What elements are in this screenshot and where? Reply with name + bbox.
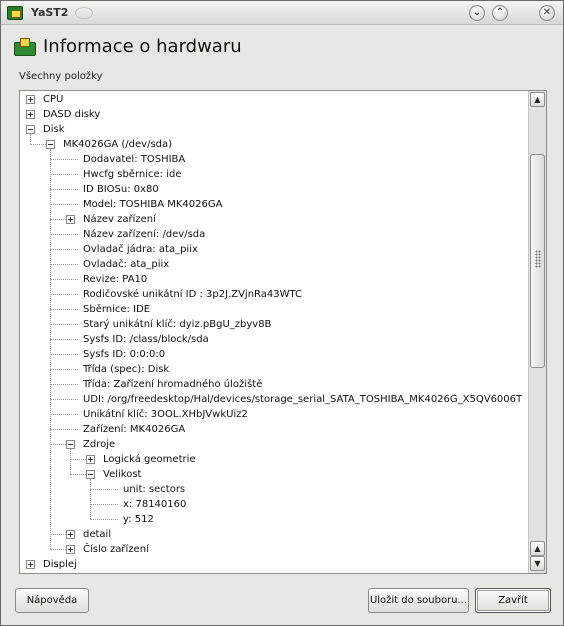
tree-item[interactable]: Hwcfg sběrnice: ide — [83, 167, 181, 182]
tree-label: Všechny položky — [19, 71, 103, 82]
tree-connector-line — [90, 479, 91, 519]
tree-item[interactable]: Zařízení: MK4026GA — [83, 422, 185, 437]
maximize-button[interactable]: ⌃ — [492, 5, 508, 21]
tree-item[interactable]: y: 512 — [123, 512, 154, 527]
grip-icon — [535, 250, 541, 268]
tree-connector-line — [50, 369, 78, 370]
tree-item[interactable]: Název zařízení: /dev/sda — [83, 227, 205, 242]
expand-icon[interactable] — [26, 110, 35, 119]
tree-connector-line — [30, 144, 46, 145]
collapse-icon[interactable] — [26, 125, 35, 134]
tree-item[interactable]: Zdroje — [83, 437, 115, 452]
collapse-icon[interactable] — [66, 440, 75, 449]
tree-item[interactable]: Rodičovské unikátní ID : 3p2J.ZVjnRa43WT… — [83, 287, 302, 302]
chip-shape — [20, 38, 30, 47]
tree-item[interactable]: unit: sectors — [123, 482, 185, 497]
tree-connector-line — [90, 489, 118, 490]
tree-item[interactable]: ID BIOSu: 0x80 — [83, 182, 159, 197]
collapse-icon[interactable] — [46, 140, 55, 149]
tree-connector-line — [50, 414, 78, 415]
expand-icon[interactable] — [66, 530, 75, 539]
collapse-icon[interactable] — [86, 470, 95, 479]
tree-connector-line — [50, 444, 66, 445]
vertical-scrollbar[interactable]: ▲ ▲ ▼ — [528, 91, 546, 573]
hardware-board-icon — [14, 38, 36, 58]
tree-item[interactable]: MK4026GA (/dev/sda) — [63, 137, 172, 152]
tree-connector-line — [50, 149, 51, 549]
tree-connector-line — [50, 189, 78, 190]
tree-connector-line — [50, 249, 78, 250]
tree-connector-line — [50, 324, 78, 325]
yast-window: YaST2 ⌄ ⌃ ✕ Informace o hardwaru Všechny… — [0, 0, 564, 626]
tree-connector-line — [70, 459, 86, 460]
window-title: YaST2 — [31, 6, 69, 19]
tree-connector-line — [50, 204, 78, 205]
tree-item[interactable]: Název zařízení — [83, 212, 156, 227]
tree-item[interactable]: UDI: /org/freedesktop/Hal/devices/storag… — [83, 392, 522, 407]
tree-item[interactable]: Revize: PA10 — [83, 272, 147, 287]
page-title: Informace o hardwaru — [43, 36, 242, 57]
expand-icon[interactable] — [66, 545, 75, 554]
tree-item[interactable]: Displej — [43, 557, 77, 572]
tree-connector-line — [50, 294, 78, 295]
close-button[interactable]: Zavřít — [475, 588, 551, 613]
expand-icon[interactable] — [66, 215, 75, 224]
tree-item[interactable]: DASD disky — [43, 107, 100, 122]
help-button[interactable]: Nápověda — [15, 588, 89, 613]
tree-item[interactable]: Unikátní klíč: 3OOL.XHbJVwkUiz2 — [83, 407, 248, 422]
tree-connector-line — [50, 159, 78, 160]
scrollbar-thumb[interactable] — [530, 154, 545, 368]
tree-connector-line — [90, 504, 118, 505]
tree-connector-line — [50, 354, 78, 355]
tree-item[interactable]: Sběrnice: IDE — [83, 302, 150, 317]
tree-item[interactable]: Sysfs ID: 0:0:0:0 — [83, 347, 165, 362]
expand-icon[interactable] — [26, 560, 35, 569]
tree-item[interactable]: x: 78140160 — [123, 497, 186, 512]
tree-item[interactable]: Třída (spec): Disk — [83, 362, 169, 377]
title-decoration-icon — [75, 7, 93, 19]
tree-connector-line — [50, 174, 78, 175]
close-window-button[interactable]: ✕ — [539, 5, 555, 21]
expand-icon[interactable] — [26, 95, 35, 104]
tree-connector-line — [50, 384, 78, 385]
tree-item[interactable]: Model: TOSHIBA MK4026GA — [83, 197, 222, 212]
tree-item[interactable]: Dodavatel: TOSHIBA — [83, 152, 185, 167]
tree-connector-line — [50, 429, 78, 430]
tree-connector-line — [70, 449, 71, 474]
tree-item[interactable]: Starý unikátní klíč: dyiz.pBgU_zbyv8B — [83, 317, 271, 332]
tree-connector-line — [50, 339, 78, 340]
title-bar[interactable]: YaST2 ⌄ ⌃ ✕ — [1, 1, 563, 25]
tree-connector-line — [50, 279, 78, 280]
tree-connector-line — [90, 519, 118, 520]
tree-connector-line — [50, 219, 66, 220]
tree-content: CPU DASD disky Disk MK4026GA (/dev/sda) Doda… — [20, 91, 528, 573]
tree-connector-line — [50, 399, 78, 400]
tree-item[interactable]: Logická geometrie — [103, 452, 196, 467]
hardware-tree[interactable]: CPU DASD disky Disk MK4026GA (/dev/sda) Doda… — [19, 90, 547, 574]
tree-item[interactable]: CPU — [43, 92, 63, 107]
tree-connector-line — [30, 134, 31, 144]
tree-connector-line — [50, 264, 78, 265]
tree-item[interactable]: Ovladač jádra: ata_piix — [83, 242, 198, 257]
minimize-button[interactable]: ⌄ — [469, 5, 485, 21]
tree-item[interactable]: Třída: Zařízení hromadného úložiště — [83, 377, 262, 392]
tree-connector-line — [50, 234, 78, 235]
yast-app-icon — [7, 6, 23, 20]
tree-item[interactable]: Sysfs ID: /class/block/sda — [83, 332, 209, 347]
tree-item[interactable]: Disk — [43, 122, 64, 137]
scroll-down-button[interactable]: ▼ — [530, 556, 545, 571]
scroll-up-button[interactable]: ▲ — [530, 92, 545, 107]
save-to-file-button[interactable]: Uložit do souboru... — [368, 588, 469, 613]
tree-item[interactable]: Velikost — [103, 467, 141, 482]
expand-icon[interactable] — [86, 455, 95, 464]
tree-connector-line — [70, 474, 86, 475]
tree-connector-line — [50, 549, 66, 550]
tree-item[interactable]: detail — [83, 527, 111, 542]
tree-connector-line — [50, 309, 78, 310]
scroll-up-button-lower[interactable]: ▲ — [530, 541, 545, 556]
tree-item[interactable]: Ovladač: ata_piix — [83, 257, 169, 272]
tree-connector-line — [50, 534, 66, 535]
tree-item[interactable]: Číslo zařízení — [83, 542, 149, 557]
